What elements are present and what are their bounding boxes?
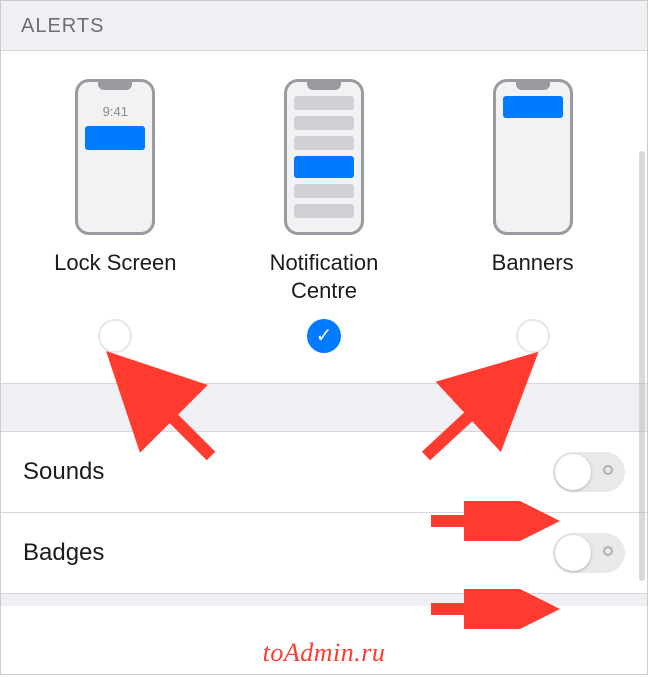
lock-screen-preview-icon: 9:41	[75, 79, 155, 235]
checkbox-notification-centre[interactable]: ✓	[307, 319, 341, 353]
section-gap	[1, 384, 647, 432]
banners-preview-icon	[493, 79, 573, 235]
alert-option-notification-centre[interactable]: Notification Centre ✓	[234, 79, 414, 353]
row-badges[interactable]: Badges	[1, 513, 647, 594]
lock-screen-time: 9:41	[78, 104, 152, 119]
toggle-badges[interactable]	[553, 533, 625, 573]
toggle-knob-icon	[555, 454, 591, 490]
toggle-indicator-icon	[603, 465, 613, 475]
toggle-sounds[interactable]	[553, 452, 625, 492]
alert-option-lock-screen[interactable]: 9:41 Lock Screen	[25, 79, 205, 353]
toggle-knob-icon	[555, 535, 591, 571]
alert-label-banners: Banners	[492, 249, 574, 305]
notification-centre-preview-icon	[284, 79, 364, 235]
row-label-badges: Badges	[23, 539, 104, 567]
section-header-alerts: ALERTS	[1, 1, 647, 51]
checkmark-icon: ✓	[316, 326, 333, 346]
row-label-sounds: Sounds	[23, 458, 104, 486]
row-sounds[interactable]: Sounds	[1, 432, 647, 513]
checkbox-lock-screen[interactable]	[98, 319, 132, 353]
scrollbar[interactable]	[639, 151, 645, 581]
alert-label-lock-screen: Lock Screen	[54, 249, 176, 305]
checkbox-banners[interactable]	[516, 319, 550, 353]
watermark: toAdmin.ru	[263, 638, 386, 668]
toggle-indicator-icon	[603, 546, 613, 556]
footer-gap	[1, 594, 647, 606]
alert-label-notification-centre: Notification Centre	[234, 249, 414, 305]
alerts-panel: 9:41 Lock Screen Notification Centre	[1, 51, 647, 384]
alert-option-banners[interactable]: Banners	[443, 79, 623, 353]
